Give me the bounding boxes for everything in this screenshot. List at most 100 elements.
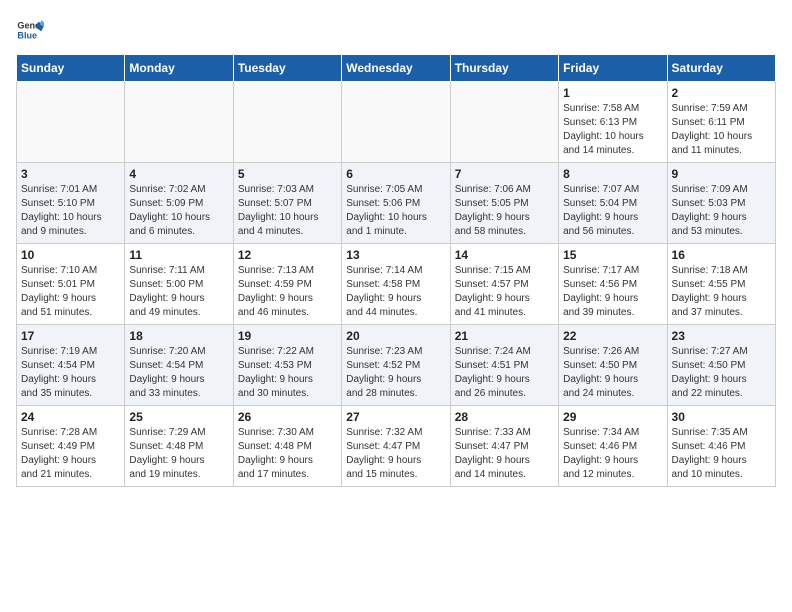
day-info: Sunrise: 7:03 AM Sunset: 5:07 PM Dayligh… bbox=[238, 183, 337, 239]
day-info: Sunrise: 7:01 AM Sunset: 5:10 PM Dayligh… bbox=[21, 183, 120, 239]
calendar-day-cell bbox=[125, 82, 233, 163]
calendar-week-row: 1 Sunrise: 7:58 AM Sunset: 6:13 PM Daylig… bbox=[17, 82, 776, 163]
weekday-header: Saturday bbox=[667, 55, 775, 82]
calendar-day-cell: 13 Sunrise: 7:14 AM Sunset: 4:58 PM Dayli… bbox=[342, 244, 450, 325]
day-info: Sunrise: 7:14 AM Sunset: 4:58 PM Dayligh… bbox=[346, 264, 445, 320]
day-info: Sunrise: 7:09 AM Sunset: 5:03 PM Dayligh… bbox=[672, 183, 771, 239]
calendar-header-row: SundayMondayTuesdayWednesdayThursdayFrid… bbox=[17, 55, 776, 82]
day-info: Sunrise: 7:20 AM Sunset: 4:54 PM Dayligh… bbox=[129, 345, 228, 401]
calendar-day-cell: 28Sunrise: 7:33 AM Sunset: 4:47 PM Dayli… bbox=[450, 406, 558, 487]
calendar-day-cell bbox=[342, 82, 450, 163]
day-number: 6 bbox=[346, 167, 445, 181]
day-info: Sunrise: 7:22 AM Sunset: 4:53 PM Dayligh… bbox=[238, 345, 337, 401]
day-info: Sunrise: 7:58 AM Sunset: 6:13 PM Dayligh… bbox=[563, 102, 662, 158]
day-number: 11 bbox=[129, 248, 228, 262]
weekday-header: Sunday bbox=[17, 55, 125, 82]
day-number: 27 bbox=[346, 410, 445, 424]
day-number: 22 bbox=[563, 329, 662, 343]
day-number: 1 bbox=[563, 86, 662, 100]
calendar-day-cell: 20 Sunrise: 7:23 AM Sunset: 4:52 PM Dayli… bbox=[342, 325, 450, 406]
calendar-day-cell: 19 Sunrise: 7:22 AM Sunset: 4:53 PM Dayli… bbox=[233, 325, 341, 406]
day-number: 7 bbox=[455, 167, 554, 181]
day-info: Sunrise: 7:24 AM Sunset: 4:51 PM Dayligh… bbox=[455, 345, 554, 401]
calendar-day-cell: 5 Sunrise: 7:03 AM Sunset: 5:07 PM Daylig… bbox=[233, 163, 341, 244]
day-number: 5 bbox=[238, 167, 337, 181]
day-number: 13 bbox=[346, 248, 445, 262]
day-info: Sunrise: 7:35 AM Sunset: 4:46 PM Dayligh… bbox=[672, 426, 771, 482]
calendar-day-cell: 3 Sunrise: 7:01 AM Sunset: 5:10 PM Daylig… bbox=[17, 163, 125, 244]
day-info: Sunrise: 7:23 AM Sunset: 4:52 PM Dayligh… bbox=[346, 345, 445, 401]
day-info: Sunrise: 7:34 AM Sunset: 4:46 PM Dayligh… bbox=[563, 426, 662, 482]
calendar-day-cell: 24 Sunrise: 7:28 AM Sunset: 4:49 PM Dayli… bbox=[17, 406, 125, 487]
day-info: Sunrise: 7:05 AM Sunset: 5:06 PM Dayligh… bbox=[346, 183, 445, 239]
day-info: Sunrise: 7:33 AM Sunset: 4:47 PM Dayligh… bbox=[455, 426, 554, 482]
day-number: 12 bbox=[238, 248, 337, 262]
calendar-day-cell: 14 Sunrise: 7:15 AM Sunset: 4:57 PM Dayli… bbox=[450, 244, 558, 325]
calendar-day-cell: 2 Sunrise: 7:59 AM Sunset: 6:11 PM Daylig… bbox=[667, 82, 775, 163]
day-number: 29 bbox=[563, 410, 662, 424]
calendar-day-cell: 1 Sunrise: 7:58 AM Sunset: 6:13 PM Daylig… bbox=[559, 82, 667, 163]
calendar-day-cell bbox=[450, 82, 558, 163]
day-number: 21 bbox=[455, 329, 554, 343]
calendar-day-cell: 11 Sunrise: 7:11 AM Sunset: 5:00 PM Dayli… bbox=[125, 244, 233, 325]
weekday-header: Tuesday bbox=[233, 55, 341, 82]
day-info: Sunrise: 7:15 AM Sunset: 4:57 PM Dayligh… bbox=[455, 264, 554, 320]
day-number: 3 bbox=[21, 167, 120, 181]
calendar-day-cell: 29 Sunrise: 7:34 AM Sunset: 4:46 PM Dayli… bbox=[559, 406, 667, 487]
day-number: 10 bbox=[21, 248, 120, 262]
calendar-day-cell: 8Sunrise: 7:07 AM Sunset: 5:04 PM Daylig… bbox=[559, 163, 667, 244]
day-info: Sunrise: 7:11 AM Sunset: 5:00 PM Dayligh… bbox=[129, 264, 228, 320]
day-number: 25 bbox=[129, 410, 228, 424]
day-number: 20 bbox=[346, 329, 445, 343]
day-info: Sunrise: 7:26 AM Sunset: 4:50 PM Dayligh… bbox=[563, 345, 662, 401]
calendar-day-cell: 16Sunrise: 7:18 AM Sunset: 4:55 PM Dayli… bbox=[667, 244, 775, 325]
day-info: Sunrise: 7:06 AM Sunset: 5:05 PM Dayligh… bbox=[455, 183, 554, 239]
page-header: General Blue bbox=[16, 16, 776, 44]
calendar-day-cell: 12 Sunrise: 7:13 AM Sunset: 4:59 PM Dayli… bbox=[233, 244, 341, 325]
logo: General Blue bbox=[16, 16, 48, 44]
calendar-day-cell: 18 Sunrise: 7:20 AM Sunset: 4:54 PM Dayli… bbox=[125, 325, 233, 406]
calendar-day-cell: 10Sunrise: 7:10 AM Sunset: 5:01 PM Dayli… bbox=[17, 244, 125, 325]
calendar-day-cell: 30Sunrise: 7:35 AM Sunset: 4:46 PM Dayli… bbox=[667, 406, 775, 487]
day-number: 2 bbox=[672, 86, 771, 100]
day-number: 18 bbox=[129, 329, 228, 343]
day-info: Sunrise: 7:13 AM Sunset: 4:59 PM Dayligh… bbox=[238, 264, 337, 320]
day-number: 19 bbox=[238, 329, 337, 343]
weekday-header: Thursday bbox=[450, 55, 558, 82]
day-info: Sunrise: 7:19 AM Sunset: 4:54 PM Dayligh… bbox=[21, 345, 120, 401]
day-number: 23 bbox=[672, 329, 771, 343]
day-number: 4 bbox=[129, 167, 228, 181]
day-info: Sunrise: 7:59 AM Sunset: 6:11 PM Dayligh… bbox=[672, 102, 771, 158]
calendar-day-cell bbox=[17, 82, 125, 163]
calendar-week-row: 17 Sunrise: 7:19 AM Sunset: 4:54 PM Dayli… bbox=[17, 325, 776, 406]
day-info: Sunrise: 7:28 AM Sunset: 4:49 PM Dayligh… bbox=[21, 426, 120, 482]
calendar-day-cell: 7 Sunrise: 7:06 AM Sunset: 5:05 PM Daylig… bbox=[450, 163, 558, 244]
day-number: 24 bbox=[21, 410, 120, 424]
svg-text:Blue: Blue bbox=[17, 30, 37, 40]
calendar-day-cell bbox=[233, 82, 341, 163]
day-info: Sunrise: 7:29 AM Sunset: 4:48 PM Dayligh… bbox=[129, 426, 228, 482]
calendar-day-cell: 27 Sunrise: 7:32 AM Sunset: 4:47 PM Dayli… bbox=[342, 406, 450, 487]
day-info: Sunrise: 7:07 AM Sunset: 5:04 PM Dayligh… bbox=[563, 183, 662, 239]
day-info: Sunrise: 7:27 AM Sunset: 4:50 PM Dayligh… bbox=[672, 345, 771, 401]
logo-icon: General Blue bbox=[16, 16, 44, 44]
weekday-header: Wednesday bbox=[342, 55, 450, 82]
day-info: Sunrise: 7:02 AM Sunset: 5:09 PM Dayligh… bbox=[129, 183, 228, 239]
calendar-day-cell: 23 Sunrise: 7:27 AM Sunset: 4:50 PM Dayli… bbox=[667, 325, 775, 406]
calendar-table: SundayMondayTuesdayWednesdayThursdayFrid… bbox=[16, 54, 776, 487]
day-info: Sunrise: 7:18 AM Sunset: 4:55 PM Dayligh… bbox=[672, 264, 771, 320]
calendar-week-row: 10Sunrise: 7:10 AM Sunset: 5:01 PM Dayli… bbox=[17, 244, 776, 325]
calendar-day-cell: 21 Sunrise: 7:24 AM Sunset: 4:51 PM Dayli… bbox=[450, 325, 558, 406]
weekday-header: Friday bbox=[559, 55, 667, 82]
day-info: Sunrise: 7:32 AM Sunset: 4:47 PM Dayligh… bbox=[346, 426, 445, 482]
calendar-day-cell: 15Sunrise: 7:17 AM Sunset: 4:56 PM Dayli… bbox=[559, 244, 667, 325]
calendar-week-row: 3 Sunrise: 7:01 AM Sunset: 5:10 PM Daylig… bbox=[17, 163, 776, 244]
day-number: 17 bbox=[21, 329, 120, 343]
day-info: Sunrise: 7:17 AM Sunset: 4:56 PM Dayligh… bbox=[563, 264, 662, 320]
day-number: 26 bbox=[238, 410, 337, 424]
calendar-day-cell: 17 Sunrise: 7:19 AM Sunset: 4:54 PM Dayli… bbox=[17, 325, 125, 406]
calendar-day-cell: 9 Sunrise: 7:09 AM Sunset: 5:03 PM Daylig… bbox=[667, 163, 775, 244]
calendar-day-cell: 22 Sunrise: 7:26 AM Sunset: 4:50 PM Dayli… bbox=[559, 325, 667, 406]
day-number: 14 bbox=[455, 248, 554, 262]
day-number: 9 bbox=[672, 167, 771, 181]
